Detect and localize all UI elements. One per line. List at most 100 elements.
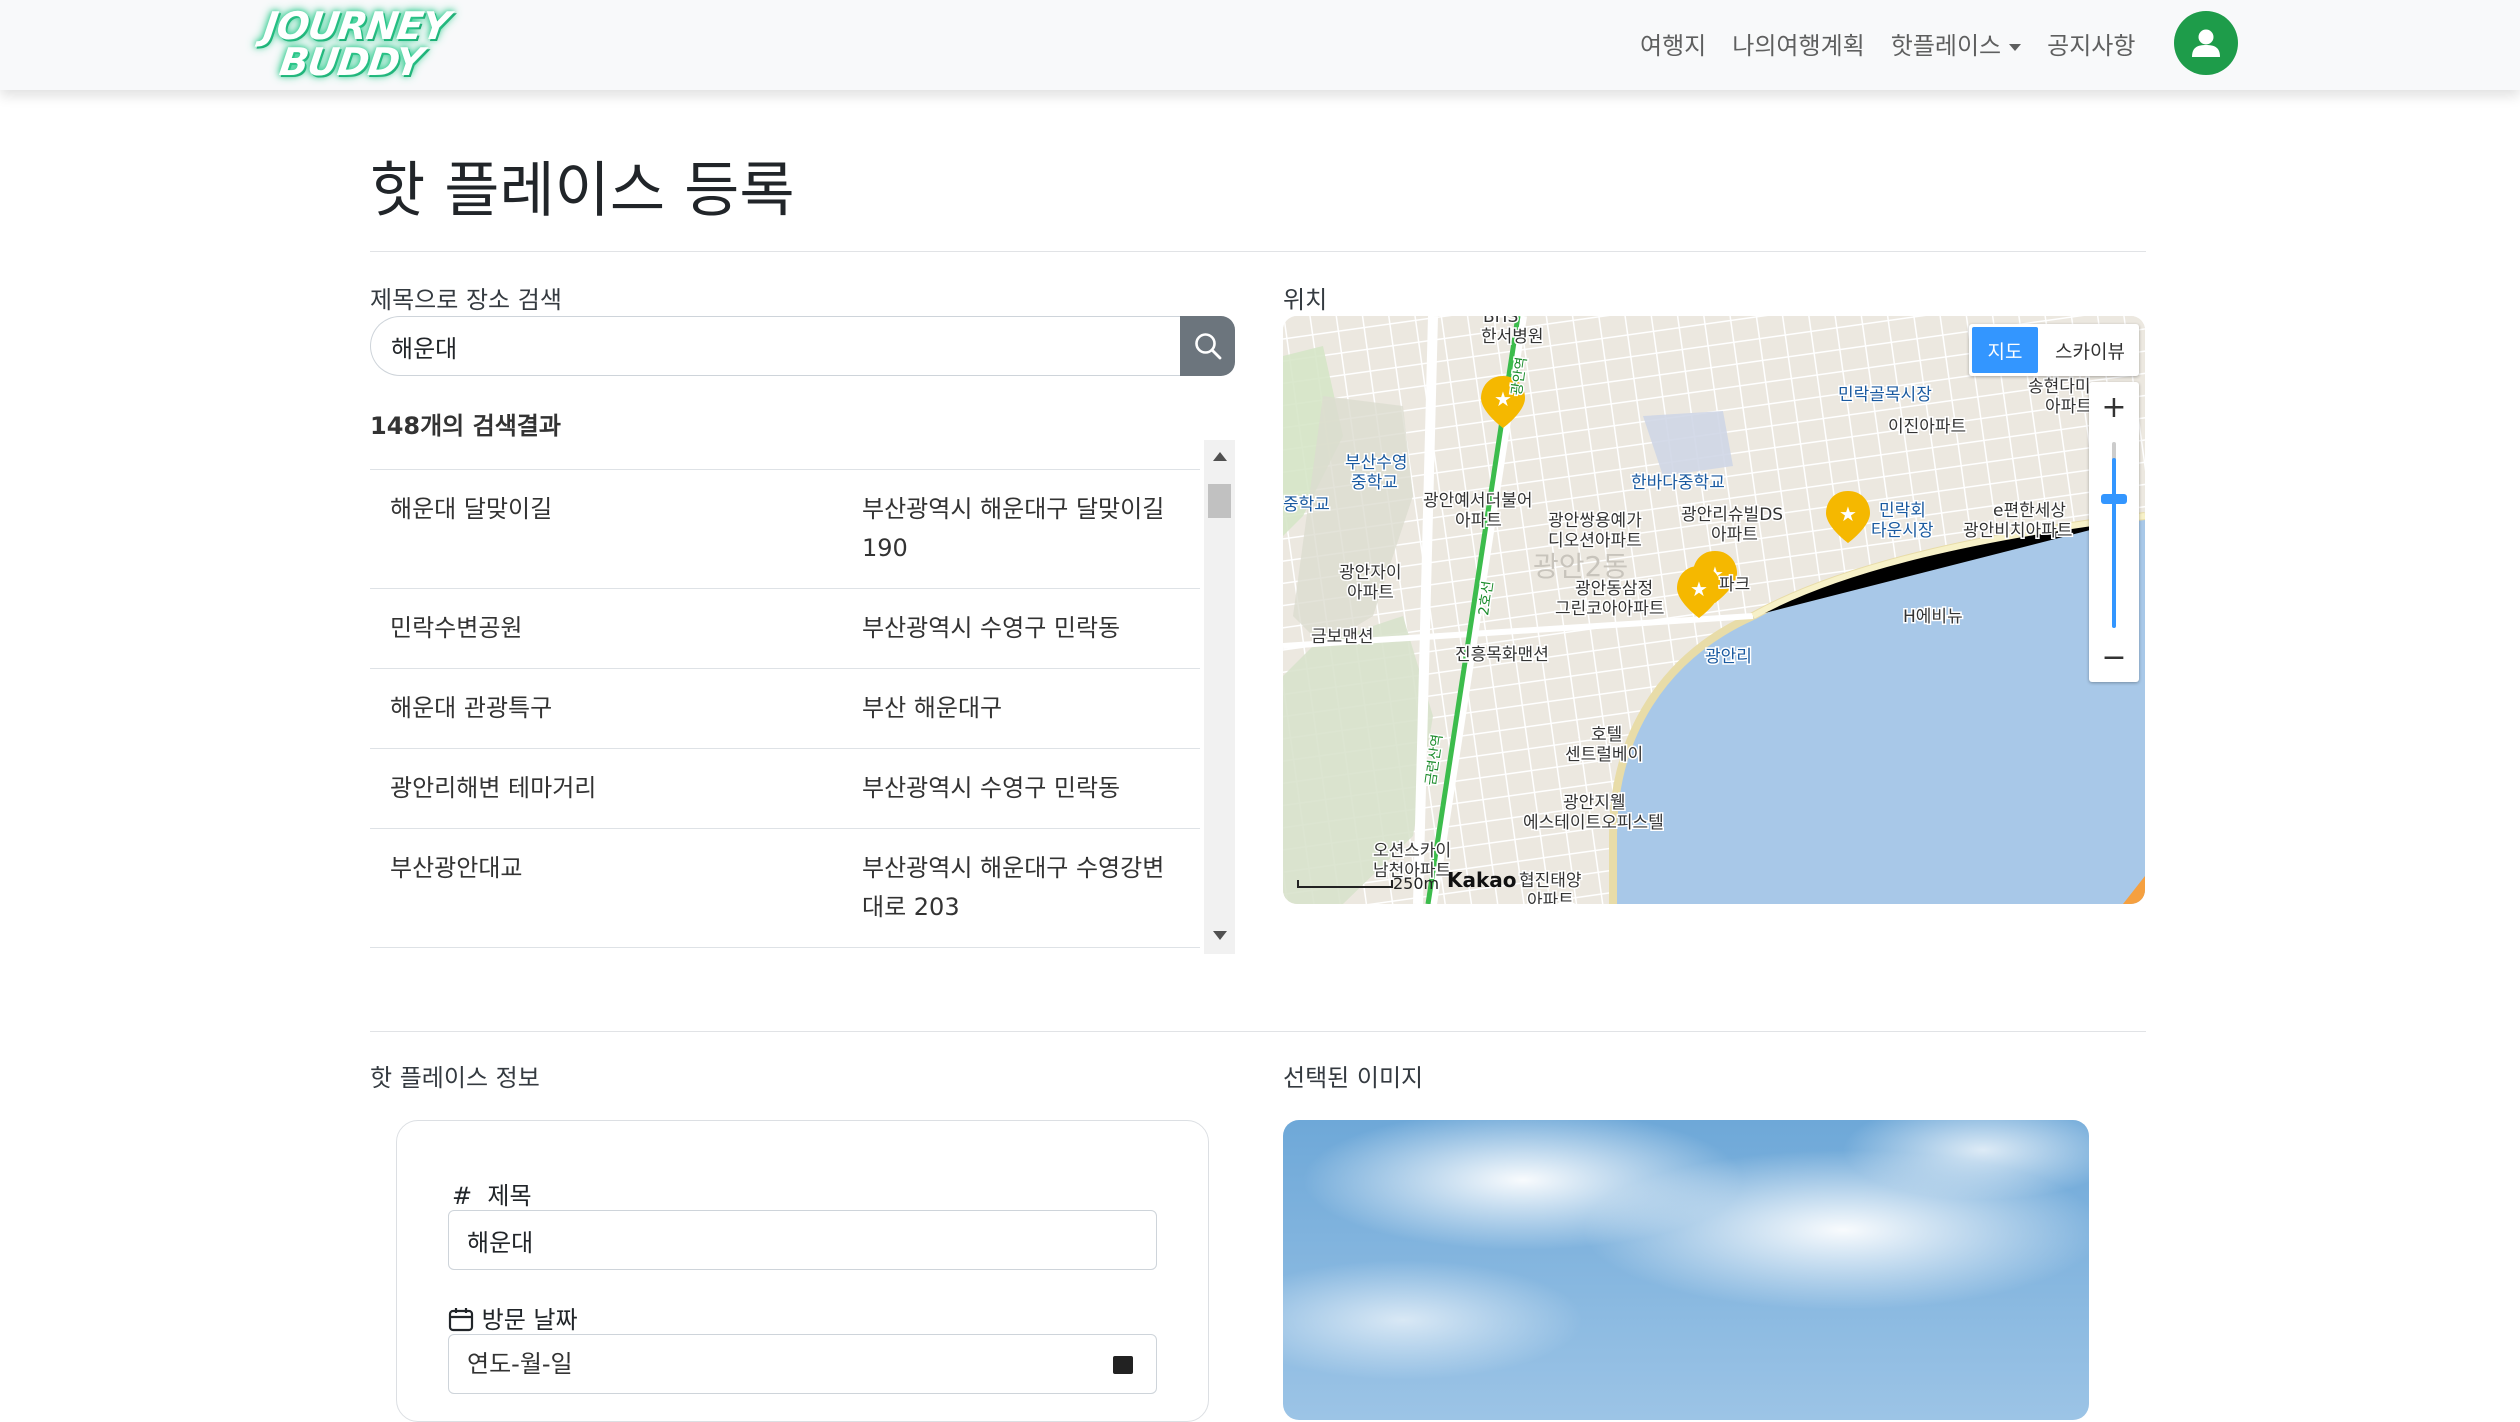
svg-text:디오션아파트: 디오션아파트 — [1548, 531, 1642, 551]
nav-link-my-plans[interactable]: 나의여행계획 — [1732, 26, 1864, 61]
hash-icon: # — [452, 1182, 473, 1210]
map-label-bhs-hospital: BHS — [1483, 316, 1518, 327]
svg-text:광안자이: 광안자이 — [1339, 563, 1402, 583]
svg-text:광안예서더불어: 광안예서더불어 — [1423, 491, 1532, 511]
zoom-in-button[interactable]: + — [2089, 382, 2139, 432]
map-label: 위치 — [1283, 286, 1328, 314]
hotplace-info-label: 핫 플레이스 정보 — [370, 1064, 540, 1092]
svg-text:파크: 파크 — [1719, 575, 1750, 595]
result-row[interactable]: 해운대 달맞이길 부산광역시 해운대구 달맞이길 190 — [370, 469, 1200, 589]
divider — [370, 1031, 2146, 1032]
result-name: 부산광안대교 — [370, 828, 842, 948]
svg-text:협진태양: 협진태양 — [1519, 871, 1582, 891]
svg-text:부산수영: 부산수영 — [1345, 453, 1408, 473]
svg-text:e편한세상: e편한세상 — [1993, 501, 2066, 521]
svg-text:광안2동: 광안2동 — [1533, 550, 1628, 583]
logo-line-2: BUDDY — [276, 40, 426, 84]
calendar-icon — [448, 1308, 474, 1332]
calendar-picker-icon[interactable] — [1112, 1353, 1134, 1375]
svg-text:광안리슈빌DS: 광안리슈빌DS — [1681, 505, 1783, 525]
title-field-label: # 제목 — [452, 1176, 532, 1211]
zoom-control: + − — [2089, 382, 2139, 682]
svg-text:아파트: 아파트 — [1527, 891, 1574, 904]
result-name: 해운대 관광특구 — [370, 668, 842, 749]
svg-text:그린코아아파트: 그린코아아파트 — [1555, 599, 1664, 619]
nav-link-hotplace-label: 핫플레이스 — [1890, 32, 2002, 60]
svg-text:광안쌍용예가: 광안쌍용예가 — [1548, 511, 1642, 531]
search-label: 제목으로 장소 검색 — [370, 286, 562, 314]
svg-text:진흥목화맨션: 진흥목화맨션 — [1455, 645, 1549, 665]
result-row[interactable]: 민락수변공원 부산광역시 수영구 민락동 — [370, 588, 1200, 669]
svg-text:중학교: 중학교 — [1283, 495, 1330, 515]
result-address: 부산광역시 수영구 민락동 — [842, 588, 1200, 669]
nav-link-destinations[interactable]: 여행지 — [1640, 26, 1706, 61]
svg-text:오션스카이: 오션스카이 — [1373, 841, 1451, 861]
user-icon — [2192, 29, 2220, 57]
date-field-label: 방문 날짜 — [448, 1300, 578, 1335]
svg-text:호텔: 호텔 — [1591, 725, 1622, 745]
title-field-label-text: 제목 — [487, 1182, 532, 1210]
search-icon — [1194, 333, 1221, 360]
map-scale-text: 250m — [1393, 874, 1440, 893]
date-field-label-text: 방문 날짜 — [481, 1306, 578, 1334]
selected-image — [1283, 1120, 2089, 1420]
map-type-roadmap-button[interactable]: 지도 — [1972, 327, 2038, 373]
search-group — [370, 316, 1235, 378]
scroll-down-arrow-icon[interactable] — [1213, 931, 1227, 940]
result-name: 민락수변공원 — [370, 588, 842, 669]
svg-text:★: ★ — [1839, 502, 1857, 526]
page-title: 핫 플레이스 등록 — [370, 156, 795, 226]
user-avatar-button[interactable] — [2174, 11, 2238, 75]
svg-text:금보맨션: 금보맨션 — [1311, 627, 1374, 647]
nav-link-hotplace-dropdown[interactable]: 핫플레이스 — [1890, 26, 2022, 61]
svg-text:타운시장: 타운시장 — [1871, 521, 1934, 541]
zoom-slider-handle[interactable] — [2101, 494, 2127, 504]
svg-text:송현다미: 송현다미 — [2028, 377, 2091, 397]
svg-text:광안리: 광안리 — [1705, 647, 1752, 667]
map[interactable]: ★ ★ ★ ★ BHS 한서병원 민락골목시장 이진아파트 송현다미 아파트 부… — [1283, 316, 2145, 904]
svg-text:광안지웰: 광안지웰 — [1563, 793, 1626, 813]
caret-down-icon — [2009, 43, 2022, 51]
result-address: 부산광역시 해운대구 수영강변대로 203 — [842, 828, 1200, 948]
results-table: 해운대 달맞이길 부산광역시 해운대구 달맞이길 190 민락수변공원 부산광역… — [370, 469, 1200, 948]
search-button[interactable] — [1180, 316, 1235, 376]
svg-text:민락골목시장: 민락골목시장 — [1838, 385, 1932, 405]
zoom-out-button[interactable]: − — [2089, 632, 2139, 682]
svg-text:에스테이트오피스텔: 에스테이트오피스텔 — [1523, 813, 1664, 833]
nav-link-notices[interactable]: 공지사항 — [2047, 26, 2135, 61]
selected-image-label: 선택된 이미지 — [1283, 1064, 1424, 1092]
search-input[interactable] — [370, 316, 1180, 376]
result-name: 해운대 달맞이길 — [370, 469, 842, 589]
results-scrollbar[interactable] — [1204, 440, 1235, 954]
result-row[interactable]: 해운대 관광특구 부산 해운대구 — [370, 668, 1200, 749]
zoom-slider-track[interactable] — [2112, 458, 2116, 628]
selected-image-sky — [1283, 1120, 2089, 1420]
svg-text:한바다중학교: 한바다중학교 — [1631, 473, 1725, 493]
svg-text:민락회: 민락회 — [1879, 501, 1926, 521]
scroll-up-arrow-icon[interactable] — [1213, 452, 1227, 461]
svg-text:아파트: 아파트 — [1347, 583, 1394, 603]
svg-text:H에비뉴: H에비뉴 — [1903, 607, 1963, 627]
map-attribution[interactable]: Kakao — [1447, 868, 1517, 892]
visit-date-input[interactable]: 연도-월-일 — [448, 1334, 1157, 1394]
svg-text:중학교: 중학교 — [1351, 473, 1398, 493]
map-canvas[interactable]: ★ ★ ★ ★ BHS 한서병원 민락골목시장 이진아파트 송현다미 아파트 부… — [1283, 316, 2145, 904]
result-row[interactable]: 부산광안대교 부산광역시 해운대구 수영강변대로 203 — [370, 828, 1200, 948]
svg-text:★: ★ — [1690, 577, 1708, 601]
map-type-skyview-button[interactable]: 스카이뷰 — [2041, 324, 2139, 376]
divider — [370, 251, 2146, 252]
date-placeholder: 연도-월-일 — [467, 1350, 573, 1378]
search-results: 해운대 달맞이길 부산광역시 해운대구 달맞이길 190 민락수변공원 부산광역… — [370, 440, 1235, 954]
result-name: 광안리해변 테마거리 — [370, 748, 842, 829]
svg-text:아파트: 아파트 — [1455, 511, 1502, 531]
scrollbar-thumb[interactable] — [1208, 484, 1231, 518]
svg-text:이진아파트: 이진아파트 — [1888, 417, 1966, 437]
svg-text:센트럴베이: 센트럴베이 — [1565, 745, 1643, 765]
result-address: 부산광역시 해운대구 달맞이길 190 — [842, 469, 1200, 589]
result-row[interactable]: 광안리해변 테마거리 부산광역시 수영구 민락동 — [370, 748, 1200, 829]
logo[interactable]: JOURNEY BUDDY — [258, 4, 452, 90]
navbar: JOURNEY BUDDY 여행지 나의여행계획 핫플레이스 공지사항 — [0, 0, 2520, 90]
title-input[interactable] — [448, 1210, 1157, 1270]
svg-text:아파트: 아파트 — [2045, 397, 2092, 417]
map-scale-bar — [1297, 880, 1393, 888]
